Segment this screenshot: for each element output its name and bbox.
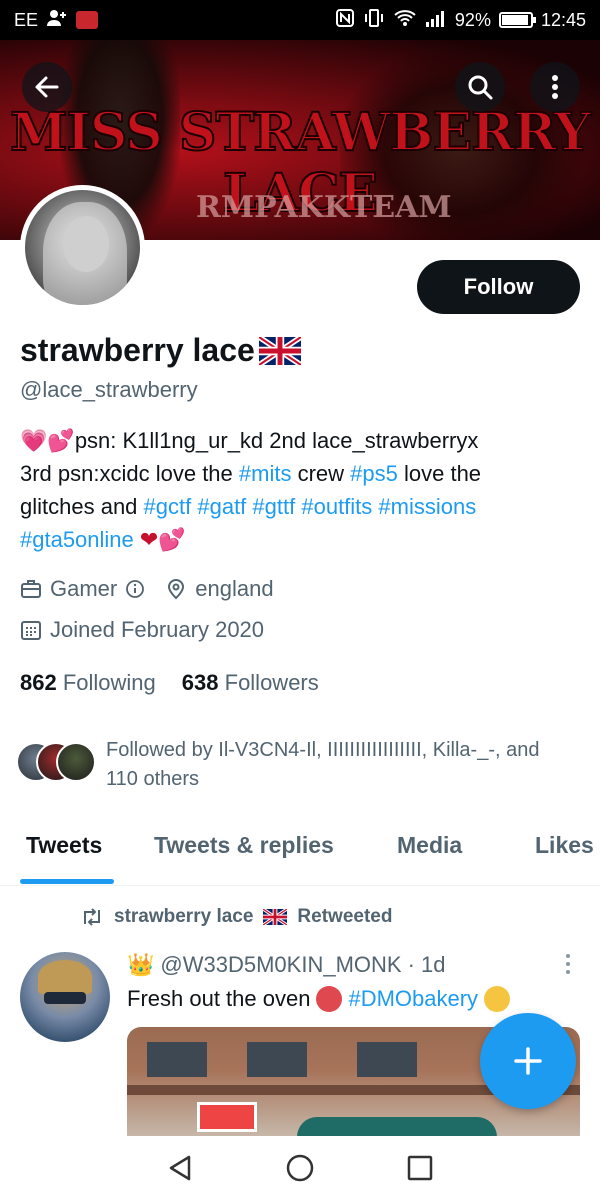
tab-tweets-replies[interactable]: Tweets & replies bbox=[154, 832, 334, 859]
crown-icon: 👑 bbox=[127, 952, 155, 977]
more-options-button[interactable] bbox=[530, 62, 580, 112]
sparkling-heart-icon: 💗 bbox=[20, 428, 48, 453]
nfc-icon bbox=[335, 8, 355, 33]
briefcase-icon bbox=[21, 580, 41, 598]
huawei-app-icon bbox=[76, 11, 99, 29]
arrow-left-icon bbox=[35, 76, 59, 98]
profile-avatar[interactable] bbox=[20, 185, 145, 310]
join-date: Joined February 2020 bbox=[50, 617, 265, 642]
location-pin-icon bbox=[168, 579, 185, 600]
hashtag-link[interactable]: #gttf bbox=[252, 494, 295, 519]
tweet-time: · 1d bbox=[407, 952, 446, 977]
back-button[interactable] bbox=[22, 62, 72, 112]
profile-location: england bbox=[195, 576, 274, 601]
profile-handle: @lace_strawberry bbox=[20, 377, 198, 402]
avatar bbox=[56, 742, 96, 782]
profile-tabs: Tweets Tweets & replies Media Likes bbox=[0, 820, 600, 886]
hashtag-link[interactable]: #DMObakery bbox=[348, 986, 478, 1012]
system-nav-bar bbox=[0, 1136, 600, 1200]
followed-by-text: Followed by Il-V3CN4-Il, IIIIIIIIIIIIIII… bbox=[106, 739, 540, 790]
followers-link[interactable]: 638 Followers bbox=[182, 670, 319, 696]
retweet-context[interactable]: strawberry lace Retweeted bbox=[80, 906, 392, 928]
tweet-more-button[interactable] bbox=[562, 952, 574, 976]
square-recents-icon bbox=[407, 1155, 433, 1181]
followed-by-row[interactable]: Followed by Il-V3CN4-Il, IIIIIIIIIIIIIII… bbox=[16, 736, 576, 794]
tweet-header: 👑 @W33D5M0KIN_MONK · 1d bbox=[127, 952, 446, 978]
banner-subtitle: RMPAKKTEAM bbox=[196, 190, 452, 225]
signal-icon bbox=[425, 9, 447, 32]
calendar-icon bbox=[21, 621, 41, 640]
retweeted-label: Retweeted bbox=[297, 906, 393, 927]
nav-back-button[interactable] bbox=[160, 1148, 200, 1188]
triangle-back-icon bbox=[169, 1155, 191, 1181]
tweet-author-handle[interactable]: @W33D5M0KIN_MONK bbox=[160, 952, 401, 978]
retweeter-name: strawberry lace bbox=[114, 906, 254, 927]
hashtag-link[interactable]: #mits bbox=[239, 461, 292, 486]
hashtag-link[interactable]: #gctf bbox=[144, 494, 192, 519]
battery-icon bbox=[498, 12, 536, 28]
profile-bio: 💗💕psn: K1ll1ng_ur_kd 2nd lace_strawberry… bbox=[20, 428, 482, 552]
active-tab-indicator bbox=[20, 879, 114, 884]
nav-recents-button[interactable] bbox=[400, 1148, 440, 1188]
more-vertical-icon bbox=[566, 954, 570, 974]
carrier-label: EE bbox=[14, 9, 39, 30]
info-icon[interactable] bbox=[125, 579, 145, 599]
uk-flag-icon bbox=[263, 909, 288, 925]
search-button[interactable] bbox=[455, 62, 505, 112]
hashtag-link[interactable]: #gatf bbox=[197, 494, 246, 519]
laughing-emoji-icon bbox=[484, 986, 511, 1012]
two-hearts-icon: 💕 bbox=[47, 428, 75, 453]
compose-tweet-button[interactable] bbox=[480, 1013, 576, 1109]
following-link[interactable]: 862 Following bbox=[20, 670, 156, 696]
vibrate-icon bbox=[363, 8, 385, 33]
plus-icon bbox=[514, 1047, 542, 1075]
tab-likes[interactable]: Likes bbox=[535, 832, 594, 859]
clock: 12:45 bbox=[540, 9, 586, 30]
mutual-avatars bbox=[16, 742, 96, 786]
hot-face-emoji-icon bbox=[316, 986, 343, 1012]
hashtag-link[interactable]: #ps5 bbox=[350, 461, 398, 486]
contacts-icon bbox=[46, 9, 68, 32]
profile-category: Gamer bbox=[50, 576, 118, 601]
nav-home-button[interactable] bbox=[280, 1148, 320, 1188]
retweet-icon bbox=[84, 908, 100, 926]
hashtag-link[interactable]: #missions bbox=[378, 494, 476, 519]
tab-tweets[interactable]: Tweets bbox=[26, 832, 102, 859]
hashtag-link[interactable]: #outfits bbox=[301, 494, 372, 519]
tweet-text: Fresh out the oven #DMObakery bbox=[127, 986, 511, 1012]
status-bar: EE 92% 12:45 bbox=[0, 0, 600, 40]
battery-percent: 92% bbox=[454, 9, 491, 30]
two-hearts-icon: 💕 bbox=[158, 527, 186, 552]
more-vertical-icon bbox=[552, 75, 558, 99]
tab-media[interactable]: Media bbox=[397, 832, 462, 859]
uk-flag-icon bbox=[258, 336, 301, 365]
red-heart-icon: ❤ bbox=[139, 527, 159, 552]
follow-stats: 862 Following 638 Followers bbox=[20, 670, 319, 696]
search-icon bbox=[468, 75, 493, 100]
wifi-icon bbox=[393, 8, 417, 33]
tweet-author-avatar[interactable] bbox=[20, 952, 110, 1042]
hashtag-link[interactable]: #gta5online bbox=[20, 527, 134, 552]
circle-home-icon bbox=[286, 1154, 314, 1182]
follow-button[interactable]: Follow bbox=[417, 260, 580, 314]
display-name: strawberry lace bbox=[20, 332, 301, 369]
